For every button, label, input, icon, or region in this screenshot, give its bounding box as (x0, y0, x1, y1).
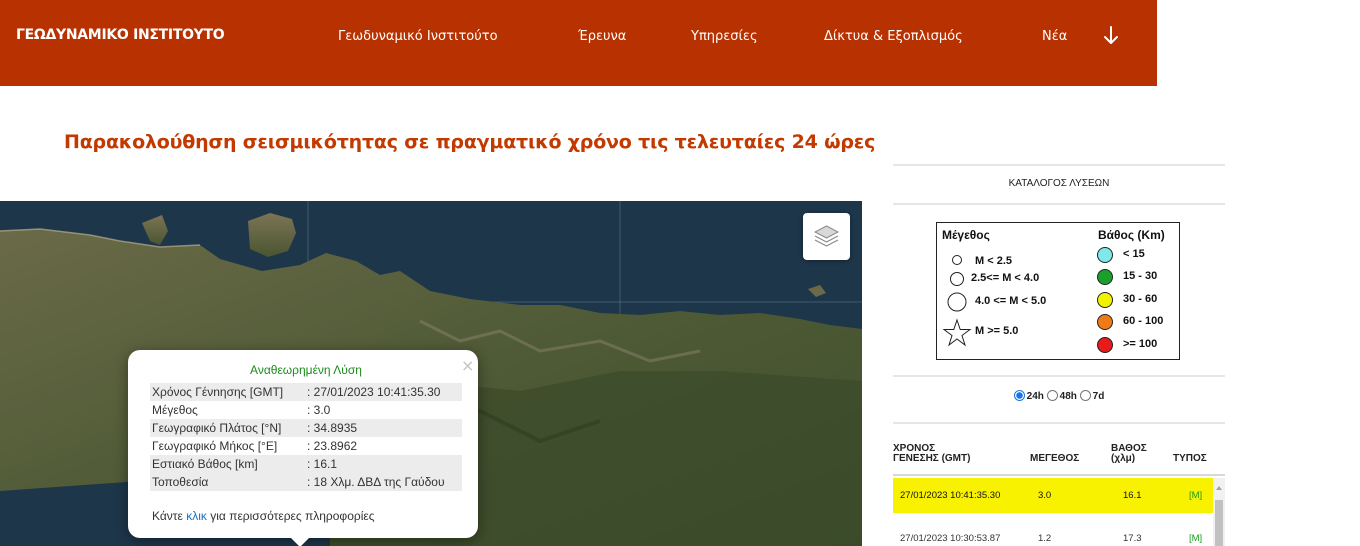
legend-mag-item: 4.0 <= M < 5.0 (975, 295, 1047, 307)
close-icon[interactable]: × (461, 356, 474, 375)
radio-24h[interactable]: 24h (1013, 390, 1044, 402)
more-info-link[interactable]: κλικ (186, 509, 207, 523)
layers-icon (813, 225, 840, 247)
col-header-magnitude[interactable]: ΜΕΓΕΘΟΣ (1030, 454, 1079, 464)
legend-mag-item: M < 2.5 (975, 255, 1012, 267)
divider (893, 164, 1225, 166)
popup-footer-post: για περισσότερες πληροφορίες (206, 509, 375, 523)
row-type: [M] (1189, 533, 1203, 544)
col-header-line: ΓΕΝΕΣΗΣ (GMT) (893, 453, 971, 464)
row-depth: 17.3 (1123, 533, 1142, 544)
layers-button[interactable] (803, 213, 850, 260)
catalog-title: ΚΑΤΑΛΟΓΟΣ ΛΥΣΕΩΝ (1008, 178, 1110, 189)
scrollbar-thumb[interactable] (1215, 500, 1223, 546)
page-title: Παρακολούθηση σεισμικότητας σε πραγματικ… (64, 131, 876, 153)
popup-value: : 34.8935 (307, 421, 358, 435)
page-root: ΓΕΩΔΥΝΑΜΙΚΟ ΙΝΣΤΙΤΟΥΤΟ Γεωδυναμικό Ινστι… (0, 0, 1360, 546)
nav-item-institute[interactable]: Γεωδυναμικό Ινστιτούτο (338, 29, 498, 44)
popup-tip (290, 537, 310, 546)
popup-value: : 23.8962 (307, 439, 358, 453)
nav-item-services[interactable]: Υπηρεσίες (691, 29, 758, 44)
popup-row-location: Τοποθεσία : 18 Χλμ. ΔΒΔ της Γαύδου (150, 473, 462, 491)
popup-key: Γεωγραφικό Πλάτος [°N] (152, 421, 282, 435)
site-header: ΓΕΩΔΥΝΑΜΙΚΟ ΙΝΣΤΙΤΟΥΤΟ Γεωδυναμικό Ινστι… (0, 0, 1157, 86)
nav-item-news[interactable]: Νέα (1042, 29, 1067, 44)
table-header-divider (893, 474, 1225, 476)
popup-row-depth: Εστιακό Βάθος [km] : 16.1 (150, 455, 462, 473)
popup-value: : 16.1 (307, 457, 338, 471)
table-scrollbar[interactable] (1213, 478, 1225, 546)
popup-key: Τοποθεσία (152, 475, 209, 489)
radio-dot[interactable] (1046, 390, 1058, 401)
popup-key: Χρόνος Γένnησης [GMT] (152, 385, 284, 399)
legend-depth-item: < 15 (1123, 248, 1145, 260)
row-time: 27/01/2023 10:41:35.30 (900, 490, 1001, 501)
depth-color-lt15 (1097, 247, 1113, 263)
col-header-time[interactable]: ΧΡΟΝΟΣ ΓΕΝΕΣΗΣ (GMT) (893, 444, 970, 464)
row-depth: 16.1 (1123, 490, 1142, 501)
row-time: 27/01/2023 10:30:53.87 (900, 533, 1001, 544)
popup-row-origin-time: Χρόνος Γένnησης [GMT] : 27/01/2023 10:41… (150, 383, 462, 401)
popup-footer: Κάντε κλικ για περισσότερες πληροφορίες (152, 509, 375, 523)
scroll-up-icon[interactable] (1216, 486, 1222, 490)
radio-label: 24h (1026, 391, 1044, 402)
divider (893, 203, 1225, 205)
arrow-down-icon[interactable] (1101, 24, 1121, 48)
legend-depth-item: 60 - 100 (1123, 315, 1164, 327)
row-type: [M] (1189, 490, 1203, 501)
radio-dot[interactable] (1079, 390, 1091, 401)
legend-depth-item: >= 100 (1123, 338, 1158, 350)
period-selector: 24h 48h 7d (893, 390, 1225, 402)
legend-depth-item: 15 - 30 (1123, 270, 1158, 282)
popup-footer-pre: Κάντε (152, 509, 187, 523)
legend-depth-header: Βάθος (Km) (1098, 228, 1165, 242)
col-header-line: (χλμ) (1111, 453, 1136, 464)
radio-label: 7d (1092, 391, 1105, 402)
popup-value: : 3.0 (307, 403, 331, 417)
popup-row-longitude: Γεωγραφικό Μήκος [°E] : 23.8962 (150, 437, 462, 455)
radio-48h[interactable]: 48h (1046, 390, 1077, 402)
col-header-type[interactable]: ΤΥΠΟΣ (1173, 454, 1207, 464)
popup-key: Μέγεθος (152, 403, 198, 417)
table-row[interactable]: 27/01/2023 10:41:35.30 3.0 16.1 [M] (893, 478, 1213, 513)
col-header-depth[interactable]: ΒΑΘΟΣ (χλμ) (1111, 444, 1147, 464)
row-magnitude: 1.2 (1038, 533, 1052, 544)
legend-depth-item: 30 - 60 (1123, 293, 1158, 305)
radio-dot[interactable] (1013, 390, 1025, 401)
popup-key: Γεωγραφικό Μήκος [°E] (152, 439, 278, 453)
radio-label: 48h (1059, 391, 1077, 402)
radio-7d[interactable]: 7d (1079, 390, 1105, 402)
event-popup: × Αναθεωρημένη Λύση Χρόνος Γένnησης [GMT… (128, 350, 478, 538)
popup-title: Αναθεωρημένη Λύση (250, 363, 362, 377)
nav-item-research[interactable]: Έρευνα (578, 29, 626, 44)
legend-box: Μέγεθος Βάθος (Km) M < 2.5 2.5<= M < 4.0… (936, 222, 1180, 360)
brand-logo-text[interactable]: ΓΕΩΔΥΝΑΜΙΚΟ ΙΝΣΤΙΤΟΥΤΟ (16, 27, 225, 43)
divider (893, 422, 1225, 424)
popup-row-magnitude: Μέγεθος : 3.0 (150, 401, 462, 419)
legend-mag-item: M >= 5.0 (975, 325, 1019, 337)
popup-value: : 18 Χλμ. ΔΒΔ της Γαύδου (307, 475, 445, 489)
popup-key: Εστιακό Βάθος [km] (152, 457, 258, 471)
legend-magnitude-header: Μέγεθος (942, 228, 990, 242)
nav-item-networks[interactable]: Δίκτυα & Εξοπλισμός (824, 29, 963, 44)
divider (893, 375, 1225, 377)
row-magnitude: 3.0 (1038, 490, 1052, 501)
table-row[interactable]: 27/01/2023 10:30:53.87 1.2 17.3 [M] (893, 521, 1213, 546)
legend-mag-item: 2.5<= M < 4.0 (971, 272, 1040, 284)
popup-row-latitude: Γεωγραφικό Πλάτος [°N] : 34.8935 (150, 419, 462, 437)
popup-value: : 27/01/2023 10:41:35.30 (307, 385, 441, 399)
